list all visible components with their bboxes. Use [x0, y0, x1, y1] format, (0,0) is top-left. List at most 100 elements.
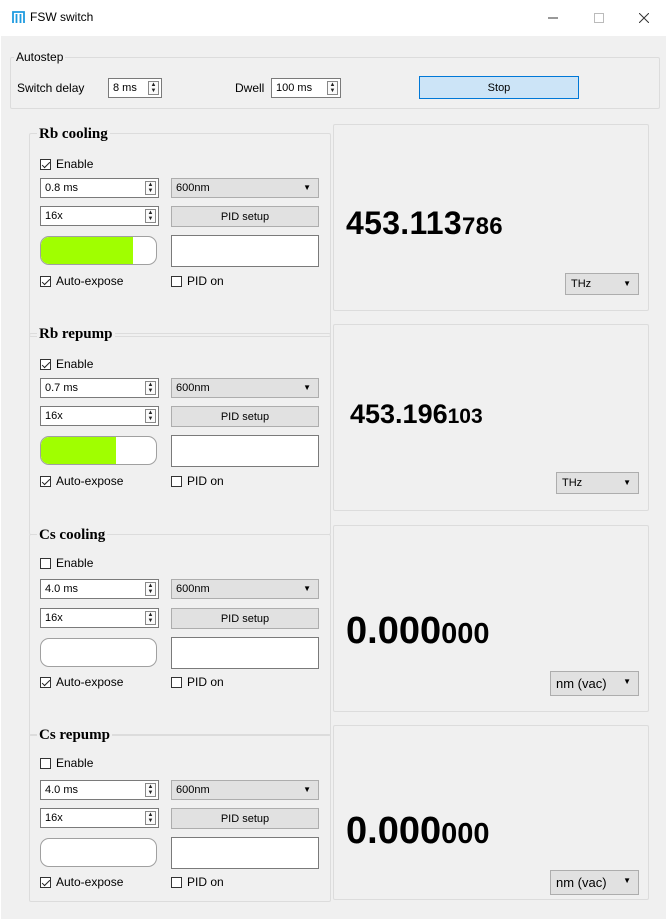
checkbox-checked-icon — [40, 158, 51, 170]
unit-combobox[interactable]: nm (vac) ▼ — [550, 671, 639, 696]
spin-arrows-icon[interactable]: ▲ ▼ — [145, 181, 156, 195]
pid-on-checkbox[interactable]: PID on — [171, 874, 224, 890]
pid-on-checkbox[interactable]: PID on — [171, 674, 224, 690]
range-combobox[interactable]: 600nm ▼ — [171, 178, 319, 198]
close-icon — [639, 13, 649, 23]
exposure-level-bar — [40, 236, 157, 265]
frequency-readout: 453.196103 — [350, 399, 483, 429]
chevron-down-icon: ▼ — [303, 183, 311, 192]
minimize-button[interactable] — [530, 0, 576, 36]
checkbox-unchecked-icon — [40, 557, 51, 569]
auto-expose-checkbox[interactable]: Auto-expose — [40, 473, 123, 489]
checkbox-unchecked-icon — [171, 275, 182, 287]
chevron-down-icon: ▼ — [623, 876, 631, 885]
chevron-down-icon: ▼ — [623, 478, 631, 487]
channel-title: Cs repump — [37, 727, 112, 744]
spin-arrows-icon[interactable]: ▲ ▼ — [148, 81, 159, 95]
gain-spinbox[interactable]: 16x ▲ ▼ — [40, 406, 159, 426]
spin-arrows-icon[interactable]: ▲ ▼ — [145, 783, 156, 797]
main-window: Autostep Switch delay 8 ms ▲ ▼ Dwell 100 … — [1, 36, 666, 919]
exposure-level-bar — [40, 638, 157, 667]
auto-expose-checkbox[interactable]: Auto-expose — [40, 674, 123, 690]
pid-output-field[interactable] — [171, 435, 319, 467]
maximize-button[interactable] — [576, 0, 622, 36]
app-icon — [12, 11, 25, 23]
level-fill — [41, 437, 116, 464]
pid-setup-button[interactable]: PID setup — [171, 808, 319, 829]
pid-on-checkbox[interactable]: PID on — [171, 273, 224, 289]
gain-spinbox[interactable]: 16x ▲ ▼ — [40, 206, 159, 226]
checkbox-checked-icon — [40, 475, 51, 487]
chevron-down-icon: ▼ — [303, 383, 311, 392]
frequency-readout: 453.113786 — [346, 205, 503, 241]
chevron-down-icon: ▼ — [623, 677, 631, 686]
pid-on-checkbox[interactable]: PID on — [171, 473, 224, 489]
frequency-display: 453.113786 THz ▼ — [333, 124, 649, 311]
enable-checkbox[interactable]: Enable — [40, 156, 93, 172]
spin-arrows-icon[interactable]: ▲ ▼ — [145, 582, 156, 596]
checkbox-checked-icon — [40, 275, 51, 287]
range-combobox[interactable]: 600nm ▼ — [171, 579, 319, 599]
checkbox-unchecked-icon — [171, 475, 182, 487]
title-bar: FSW switch — [0, 0, 667, 36]
pid-setup-button[interactable]: PID setup — [171, 206, 319, 227]
window-title: FSW switch — [30, 10, 94, 24]
enable-checkbox[interactable]: Enable — [40, 555, 93, 571]
checkbox-unchecked-icon — [171, 676, 182, 688]
dwell-spinbox[interactable]: 100 ms ▲ ▼ — [271, 78, 341, 98]
switch-delay-spinbox[interactable]: 8 ms ▲ ▼ — [108, 78, 162, 98]
enable-checkbox[interactable]: Enable — [40, 356, 93, 372]
chevron-down-icon: ▼ — [303, 584, 311, 593]
frequency-readout: 0.000000 — [346, 610, 490, 652]
dwell-label: Dwell — [235, 81, 265, 95]
maximize-icon — [594, 13, 604, 23]
minimize-icon — [548, 17, 558, 19]
spin-arrows-icon[interactable]: ▲ ▼ — [145, 409, 156, 423]
checkbox-unchecked-icon — [171, 876, 182, 888]
range-combobox[interactable]: 600nm ▼ — [171, 378, 319, 398]
pid-output-field[interactable] — [171, 637, 319, 669]
checkbox-checked-icon — [40, 358, 51, 370]
gain-spinbox[interactable]: 16x ▲ ▼ — [40, 608, 159, 628]
unit-combobox[interactable]: THz ▼ — [565, 273, 639, 295]
spin-arrows-icon[interactable]: ▲ ▼ — [145, 811, 156, 825]
pid-output-field[interactable] — [171, 235, 319, 267]
checkbox-checked-icon — [40, 676, 51, 688]
exposure-spinbox[interactable]: 4.0 ms ▲ ▼ — [40, 780, 159, 800]
exposure-level-bar — [40, 838, 157, 867]
channel-title: Rb repump — [37, 326, 115, 343]
close-button[interactable] — [621, 0, 667, 36]
enable-checkbox[interactable]: Enable — [40, 755, 93, 771]
exposure-spinbox[interactable]: 0.8 ms ▲ ▼ — [40, 178, 159, 198]
range-combobox[interactable]: 600nm ▼ — [171, 780, 319, 800]
spin-arrows-icon[interactable]: ▲ ▼ — [145, 381, 156, 395]
frequency-display: 0.000000 nm (vac) ▼ — [333, 725, 649, 900]
chevron-down-icon: ▼ — [623, 279, 631, 288]
checkbox-checked-icon — [40, 876, 51, 888]
exposure-level-bar — [40, 436, 157, 465]
auto-expose-checkbox[interactable]: Auto-expose — [40, 273, 123, 289]
pid-setup-button[interactable]: PID setup — [171, 406, 319, 427]
auto-expose-checkbox[interactable]: Auto-expose — [40, 874, 123, 890]
pid-output-field[interactable] — [171, 837, 319, 869]
gain-spinbox[interactable]: 16x ▲ ▼ — [40, 808, 159, 828]
pid-setup-button[interactable]: PID setup — [171, 608, 319, 629]
frequency-display: 0.000000 nm (vac) ▼ — [333, 525, 649, 712]
checkbox-unchecked-icon — [40, 757, 51, 769]
chevron-down-icon: ▼ — [303, 785, 311, 794]
spin-arrows-icon[interactable]: ▲ ▼ — [145, 611, 156, 625]
frequency-readout: 0.000000 — [346, 810, 490, 852]
exposure-spinbox[interactable]: 4.0 ms ▲ ▼ — [40, 579, 159, 599]
channel-title: Cs cooling — [37, 527, 108, 544]
autostep-title: Autostep — [14, 50, 66, 64]
spin-arrows-icon[interactable]: ▲ ▼ — [145, 209, 156, 223]
channel-title: Rb cooling — [37, 126, 110, 143]
unit-combobox[interactable]: nm (vac) ▼ — [550, 870, 639, 895]
spin-arrows-icon[interactable]: ▲ ▼ — [327, 81, 338, 95]
frequency-display: 453.196103 THz ▼ — [333, 324, 649, 511]
unit-combobox[interactable]: THz ▼ — [556, 472, 639, 494]
stop-button[interactable]: Stop — [419, 76, 579, 99]
exposure-spinbox[interactable]: 0.7 ms ▲ ▼ — [40, 378, 159, 398]
switch-delay-label: Switch delay — [17, 81, 85, 95]
level-fill — [41, 237, 133, 264]
